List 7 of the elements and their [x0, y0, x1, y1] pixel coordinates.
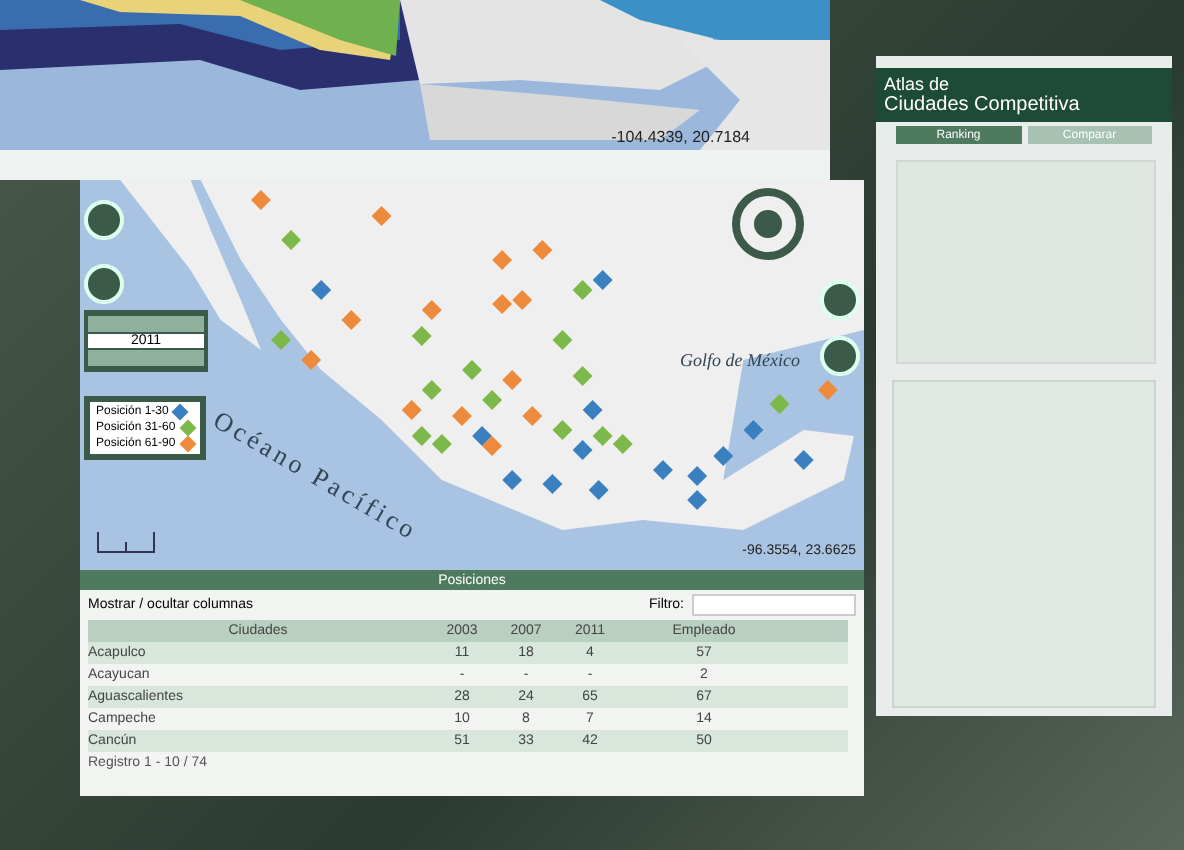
- scale-bar-icon: [96, 530, 156, 554]
- navigation-icon[interactable]: [728, 184, 808, 264]
- app-title: Atlas de: [884, 74, 952, 94]
- app-title: Ciudades Competitiva: [884, 94, 1082, 116]
- map-label: Golfo de México: [680, 350, 800, 370]
- coordinates-label: -104.4339, 20.7184: [611, 128, 750, 146]
- filter-field[interactable]: [692, 594, 856, 616]
